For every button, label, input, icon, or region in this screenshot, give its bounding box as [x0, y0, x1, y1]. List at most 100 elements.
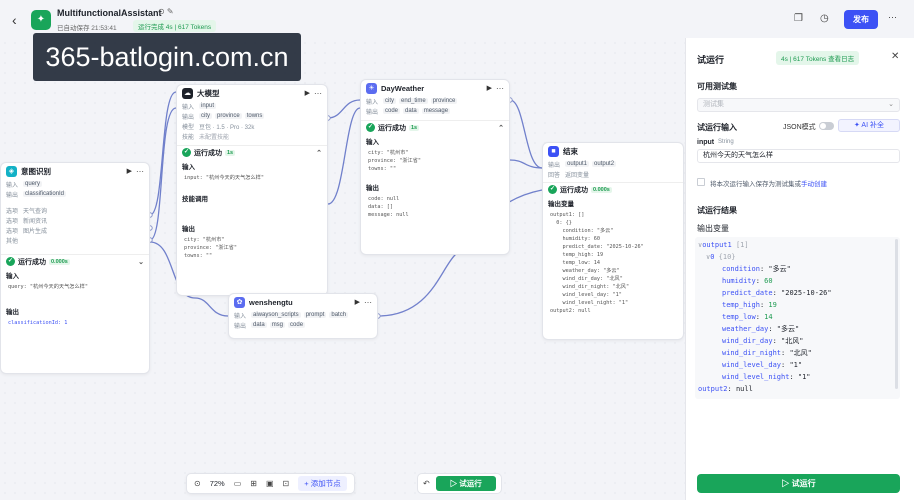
- wenshengtu-node[interactable]: ✿ wenshengtu ▶ ⋯ 输入 aiwayson_scripts promp…: [228, 293, 378, 339]
- result-key: wind_dir_night: [722, 349, 782, 357]
- result-key: wind_level_day: [722, 361, 782, 369]
- return-text: 返回变量: [565, 172, 590, 179]
- success-label: 运行成功: [18, 258, 46, 266]
- cursor-icon[interactable]: ⊙: [194, 479, 201, 488]
- output-code: output1: [] 0: {} condition: "多云" humidi…: [550, 212, 644, 314]
- result-value: 60: [764, 277, 773, 285]
- play-icon[interactable]: ▶: [305, 89, 310, 97]
- end-node[interactable]: ■ 结束 输出 output1 output2 回答 返回变量 ✓ 运行成功 0.000s…: [542, 142, 684, 340]
- grid-icon[interactable]: ⊞: [250, 479, 257, 488]
- result-meta: [1]: [731, 241, 749, 249]
- undo-icon[interactable]: ↶: [423, 479, 430, 488]
- success-label: 运行成功: [194, 149, 222, 157]
- result-line: wind_dir_night: "北风": [722, 349, 812, 357]
- more-icon[interactable]: ⋯: [364, 298, 372, 307]
- output-code: classificationId: 1: [8, 320, 68, 326]
- json-mode-toggle[interactable]: [819, 122, 834, 130]
- chevron-up-icon[interactable]: ⌃: [316, 149, 322, 157]
- param-tag: batch: [329, 312, 349, 318]
- ai-complete-button[interactable]: ✦ AI 补全: [838, 119, 900, 132]
- close-icon[interactable]: ✕: [891, 51, 899, 62]
- layout-icon[interactable]: ⊡: [283, 479, 290, 488]
- result-line: temp_high: 19: [722, 301, 777, 309]
- param-tag: msg: [269, 322, 286, 328]
- intent-node[interactable]: ◈ 意图识别 ▶ ⋯ 输入 query 输出 classificationId 选项…: [0, 162, 150, 374]
- end-icon: ■: [548, 145, 559, 157]
- result-value: "多云": [768, 265, 791, 273]
- testset-select[interactable]: 测试集 ⌄: [697, 98, 900, 112]
- result-viewer[interactable]: ∨output1 [1] ∨0 {10} condition: "多云" humidi…: [695, 237, 900, 399]
- result-line: weather_day: "多云": [722, 325, 800, 333]
- panel-title: 试运行: [697, 55, 725, 65]
- param-tag: output2: [592, 161, 617, 167]
- play-icon[interactable]: ▶: [355, 298, 360, 306]
- output-code: city: "杭州市" province: "浙江省" towns: "": [184, 237, 238, 259]
- json-mode-label: JSON模式: [783, 124, 816, 131]
- manual-create-link[interactable]: 手动创建: [801, 181, 827, 188]
- image-icon[interactable]: ▣: [266, 479, 274, 488]
- llm-node[interactable]: ☁ 大模型 ▶ ⋯ 输入 input 输出 city province towns 模型…: [176, 84, 328, 296]
- input-label: 输入: [366, 139, 379, 146]
- result-line: humidity: 60: [722, 277, 773, 285]
- input-label: 输入: [182, 164, 195, 171]
- add-node-button[interactable]: + 添加节点: [298, 476, 347, 491]
- zoom-select[interactable]: 72%: [210, 479, 225, 488]
- param-tag: towns: [244, 113, 265, 119]
- result-value: "北风": [789, 349, 812, 357]
- result-value: "1": [789, 361, 803, 369]
- success-label: 运行成功: [378, 124, 406, 132]
- result-key: output1: [702, 241, 732, 249]
- input-code: input: "杭州今天的天气怎么样": [184, 175, 264, 181]
- copy-icon[interactable]: ❐: [794, 13, 803, 24]
- dayweather-node[interactable]: ☀ DayWeather ▶ ⋯ 输入 city end_time province …: [360, 79, 510, 255]
- history-icon[interactable]: ◷: [820, 13, 829, 24]
- model-name: 豆包 · 1.5 · Pro · 32k: [199, 124, 255, 131]
- row-label: 其他: [6, 238, 19, 245]
- param-tag: aiwayson_scripts: [251, 312, 301, 318]
- play-icon[interactable]: ▶: [487, 84, 492, 92]
- input-param-name: input: [697, 139, 715, 146]
- result-line: wind_level_night: "1": [722, 373, 811, 381]
- edit-icon[interactable]: ⊙ ✎: [158, 7, 174, 16]
- result-key: condition: [722, 265, 760, 273]
- run-result-badge[interactable]: 4s | 617 Tokens 查看日志: [776, 51, 860, 65]
- chevron-down-icon[interactable]: ⌄: [138, 258, 144, 266]
- param-tag: province: [215, 113, 242, 119]
- save-testset-text: 将本次运行输入保存为测试集或手动创建: [710, 178, 827, 188]
- app-title: MultifunctionalAssistant: [57, 8, 162, 18]
- chevron-up-icon[interactable]: ⌃: [498, 124, 504, 132]
- result-line: temp_low: 14: [722, 313, 773, 321]
- test-run-panel: 试运行 4s | 617 Tokens 查看日志 ✕ 可用测试集 测试集 ⌄ 试运…: [685, 38, 914, 500]
- back-arrow-icon[interactable]: ‹: [12, 12, 17, 28]
- row-label: 输出: [548, 162, 561, 169]
- row-label: 选项: [6, 228, 19, 235]
- result-value: "多云": [776, 325, 800, 333]
- time-badge: 1s: [409, 124, 420, 131]
- option-text: 新闻资讯: [23, 218, 48, 225]
- node-title: wenshengtu: [249, 297, 293, 307]
- toolbar-run-button[interactable]: ▷ 试运行: [435, 476, 496, 491]
- param-tag: code: [288, 322, 306, 328]
- result-line: wind_level_day: "1": [722, 361, 803, 369]
- save-testset-checkbox[interactable]: [697, 178, 705, 186]
- autosave-status: 已自动保存 21:53:41: [57, 25, 117, 32]
- row-label: 输入: [366, 99, 379, 106]
- comment-icon[interactable]: ▭: [234, 479, 242, 488]
- param-tag: province: [430, 98, 458, 104]
- play-icon[interactable]: ▶: [127, 167, 132, 175]
- check-icon: ✓: [548, 185, 557, 194]
- more-icon[interactable]: ⋯: [136, 167, 144, 176]
- canvas-toolbar: ⊙ 72% ▭ ⊞ ▣ ⊡ + 添加节点: [186, 473, 355, 494]
- option-text: 图片生成: [23, 228, 48, 235]
- more-icon[interactable]: ⋯: [314, 89, 322, 98]
- result-value: null: [735, 385, 753, 393]
- test-run-button[interactable]: ▷ 试运行: [697, 474, 900, 493]
- more-icon[interactable]: ⋯: [496, 84, 504, 93]
- input-value-field[interactable]: 杭州今天的天气怎么样: [697, 149, 900, 163]
- more-icon[interactable]: ⋯: [888, 12, 897, 23]
- result-line: condition: "多云": [722, 265, 791, 273]
- run-input-label: 试运行输入: [697, 123, 737, 132]
- node-title: 意图识别: [21, 166, 51, 176]
- publish-button[interactable]: 发布: [844, 10, 878, 29]
- scrollbar[interactable]: [895, 239, 898, 389]
